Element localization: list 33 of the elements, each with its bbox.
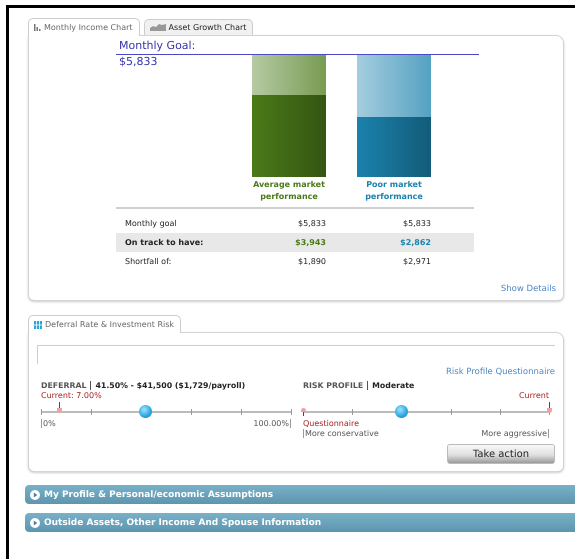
bar-label: Poor market performance: [364, 179, 424, 203]
goal-label: Monthly Goal:: [119, 39, 196, 52]
questionnaire-link[interactable]: Risk Profile Questionnaire: [446, 367, 555, 377]
bar-chart-icon: [34, 24, 41, 31]
expand-icon: [30, 490, 40, 500]
table-cell-text: $2,971: [402, 257, 431, 266]
row-label: Shortfall of:: [124, 257, 172, 266]
area-chart-icon: [150, 24, 166, 31]
table-cell-text: $5,833: [297, 219, 326, 228]
current-label: Current: 7.00%: [41, 391, 102, 400]
row-label: On track to have:: [124, 238, 204, 247]
max-label: 100.00%: [253, 419, 291, 428]
bar-label: Average market performance: [252, 179, 326, 203]
questionnaire-label: Questionnaire: [303, 419, 360, 428]
goal-value: $5,833: [119, 55, 158, 68]
min-label: 0%: [41, 419, 56, 428]
grid-icon: [34, 320, 42, 328]
current-label: Current: [518, 391, 549, 401]
slider-thumb[interactable]: [138, 405, 152, 418]
row-label: Monthly goal: [124, 219, 178, 228]
table-cell-text: $1,890: [297, 257, 326, 266]
table-cell-text: $3,943: [294, 238, 326, 247]
take-action-button[interactable]: Take action: [447, 444, 555, 464]
slider-thumb[interactable]: [395, 405, 408, 418]
min-label: More conservative: [303, 429, 379, 438]
show-details-link[interactable]: Show Details: [500, 284, 556, 294]
chart-tab[interactable]: Monthly Income Chart: [28, 18, 140, 36]
table-cell-text: $2,862: [399, 238, 431, 247]
table-cell-text: $5,833: [402, 219, 431, 228]
chart-tab[interactable]: Asset Growth Chart: [144, 19, 254, 35]
expand-icon: [30, 518, 40, 528]
risk-tab[interactable]: Deferral Rate & Investment Risk: [28, 315, 182, 333]
max-label: More aggressive: [481, 429, 549, 438]
